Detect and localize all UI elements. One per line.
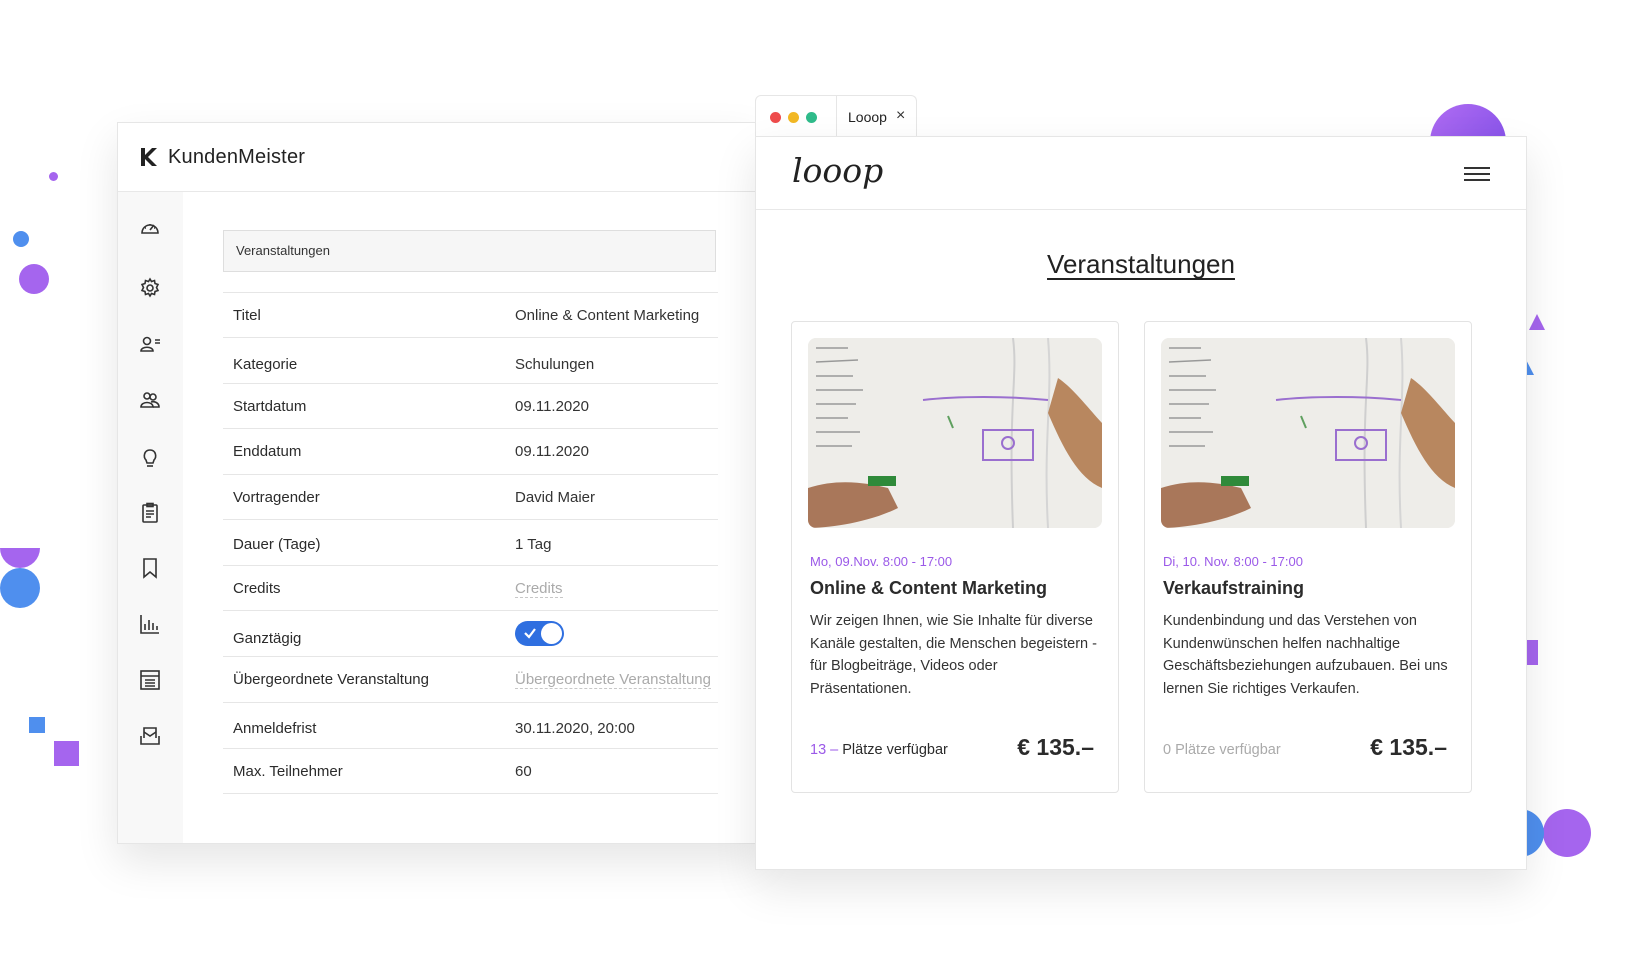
field-row-kategorie: Kategorie Schulungen xyxy=(223,338,718,384)
mail-icon[interactable] xyxy=(138,724,162,748)
field-row-uebergeordnet: Übergeordnete Veranstaltung Übergeordnet… xyxy=(223,657,718,703)
event-card[interactable]: Mo, 09.Nov. 8:00 - 17:00 Online & Conten… xyxy=(791,321,1119,793)
field-row-anmeldefrist: Anmeldefrist 30.11.2020, 20:00 xyxy=(223,703,718,749)
event-description: Kundenbindung und das Verstehen von Kund… xyxy=(1163,613,1448,697)
field-row-startdatum: Startdatum 09.11.2020 xyxy=(223,384,718,429)
dashboard-icon[interactable] xyxy=(138,216,162,240)
statistics-icon[interactable] xyxy=(138,612,162,636)
credits-input[interactable]: Credits xyxy=(515,580,563,598)
seats-label: Plätze verfügbar xyxy=(842,742,948,758)
browser-tab[interactable]: Looop × xyxy=(755,95,917,138)
category-value[interactable]: Schulungen xyxy=(515,356,594,373)
registration-deadline-value[interactable]: 30.11.2020, 20:00 xyxy=(515,720,635,737)
event-description: Wir zeigen Ihnen, wie Sie Inhalte für di… xyxy=(810,613,1097,697)
field-row-vortragender: Vortragender David Maier xyxy=(223,475,718,520)
field-label: Ganztägig xyxy=(233,630,302,647)
field-label: Anmeldefrist xyxy=(233,720,317,737)
max-participants-value[interactable]: 60 xyxy=(515,763,532,780)
field-row-max-teilnehmer: Max. Teilnehmer 60 xyxy=(223,749,718,794)
event-image xyxy=(1161,338,1455,528)
event-price: € 135.– xyxy=(1017,734,1094,760)
tab-divider xyxy=(836,96,837,138)
event-date: Di, 10. Nov. 8:00 - 17:00 xyxy=(1163,554,1303,569)
field-row-dauer: Dauer (Tage) 1 Tag xyxy=(223,520,718,566)
field-label: Enddatum xyxy=(233,443,302,460)
event-card[interactable]: Di, 10. Nov. 8:00 - 17:00 Verkaufstraini… xyxy=(1144,321,1472,793)
title-value[interactable]: Online & Content Marketing xyxy=(515,307,699,324)
all-day-toggle[interactable] xyxy=(515,621,564,646)
field-row-credits: Credits Credits xyxy=(223,566,718,611)
looop-header: looop xyxy=(756,137,1526,210)
decor-circle-purple-right xyxy=(1543,809,1591,857)
field-row-ganztaegig: Ganztägig xyxy=(223,611,718,657)
field-label: Dauer (Tage) xyxy=(233,536,321,553)
field-label: Startdatum xyxy=(233,398,307,415)
field-label: Kategorie xyxy=(233,356,298,373)
bookmark-icon[interactable] xyxy=(138,556,162,580)
km-sidebar xyxy=(118,192,183,843)
toggle-knob xyxy=(541,623,562,644)
checkmark-icon xyxy=(524,628,536,639)
event-title[interactable]: Online & Content Marketing xyxy=(810,578,1047,599)
decor-circle-blue xyxy=(0,568,40,608)
tab-close-icon[interactable]: × xyxy=(896,107,905,125)
km-brand-name: KundenMeister xyxy=(168,145,306,168)
hamburger-menu-icon[interactable] xyxy=(1464,167,1490,183)
end-date-value[interactable]: 09.11.2020 xyxy=(515,443,589,460)
settings-icon[interactable] xyxy=(138,276,162,300)
maximize-window-dot[interactable] xyxy=(806,112,817,123)
looop-browser-window: looop Veranstaltungen Mo, 09.Nov. 8:00 -… xyxy=(755,136,1527,870)
km-header: KundenMeister xyxy=(118,123,758,192)
list-icon[interactable] xyxy=(138,668,162,692)
clipboard-icon[interactable] xyxy=(138,501,162,525)
start-date-value[interactable]: 09.11.2020 xyxy=(515,398,589,415)
looop-logo[interactable]: looop xyxy=(792,151,883,190)
event-title[interactable]: Verkaufstraining xyxy=(1163,578,1304,599)
seats-count: 13 – xyxy=(810,742,839,758)
section-title: Veranstaltungen xyxy=(223,230,716,272)
decor-dot-blue xyxy=(13,231,29,247)
field-label: Titel xyxy=(233,307,261,324)
page-title[interactable]: Veranstaltungen xyxy=(756,249,1526,280)
lightbulb-icon[interactable] xyxy=(138,446,162,470)
field-label: Credits xyxy=(233,580,281,597)
field-row-titel: Titel Online & Content Marketing xyxy=(223,293,718,338)
speaker-value[interactable]: David Maier xyxy=(515,489,595,506)
groups-icon[interactable] xyxy=(138,388,162,412)
close-window-dot[interactable] xyxy=(770,112,781,123)
event-date: Mo, 09.Nov. 8:00 - 17:00 xyxy=(810,554,953,569)
event-price: € 135.– xyxy=(1370,734,1447,760)
decor-triangle-purple xyxy=(1529,314,1545,330)
duration-value[interactable]: 1 Tag xyxy=(515,536,551,553)
field-label: Vortragender xyxy=(233,489,320,506)
contacts-icon[interactable] xyxy=(138,332,162,356)
parent-event-input[interactable]: Übergeordnete Veranstaltung xyxy=(515,671,711,689)
field-label: Max. Teilnehmer xyxy=(233,763,343,780)
decor-square-blue xyxy=(29,717,45,733)
seats-available: 0 Plätze verfügbar xyxy=(1163,742,1281,758)
field-row-enddatum: Enddatum 09.11.2020 xyxy=(223,429,718,475)
decor-square-purple xyxy=(54,741,79,766)
tab-title: Looop xyxy=(848,109,887,125)
decor-dot-purple-small xyxy=(49,172,58,181)
minimize-window-dot[interactable] xyxy=(788,112,799,123)
decor-half-circle-purple xyxy=(0,548,40,568)
seats-label: 0 Plätze verfügbar xyxy=(1163,742,1281,758)
field-table: Titel Online & Content Marketing Kategor… xyxy=(223,292,718,794)
field-label: Übergeordnete Veranstaltung xyxy=(233,671,429,688)
kundenmeister-logo-icon xyxy=(141,148,157,166)
seats-available: 13 – Plätze verfügbar xyxy=(810,742,948,758)
decor-circle-purple xyxy=(19,264,49,294)
event-image xyxy=(808,338,1102,528)
kundenmeister-window: KundenMeister Veranstaltungen Titel Onli… xyxy=(117,122,759,844)
